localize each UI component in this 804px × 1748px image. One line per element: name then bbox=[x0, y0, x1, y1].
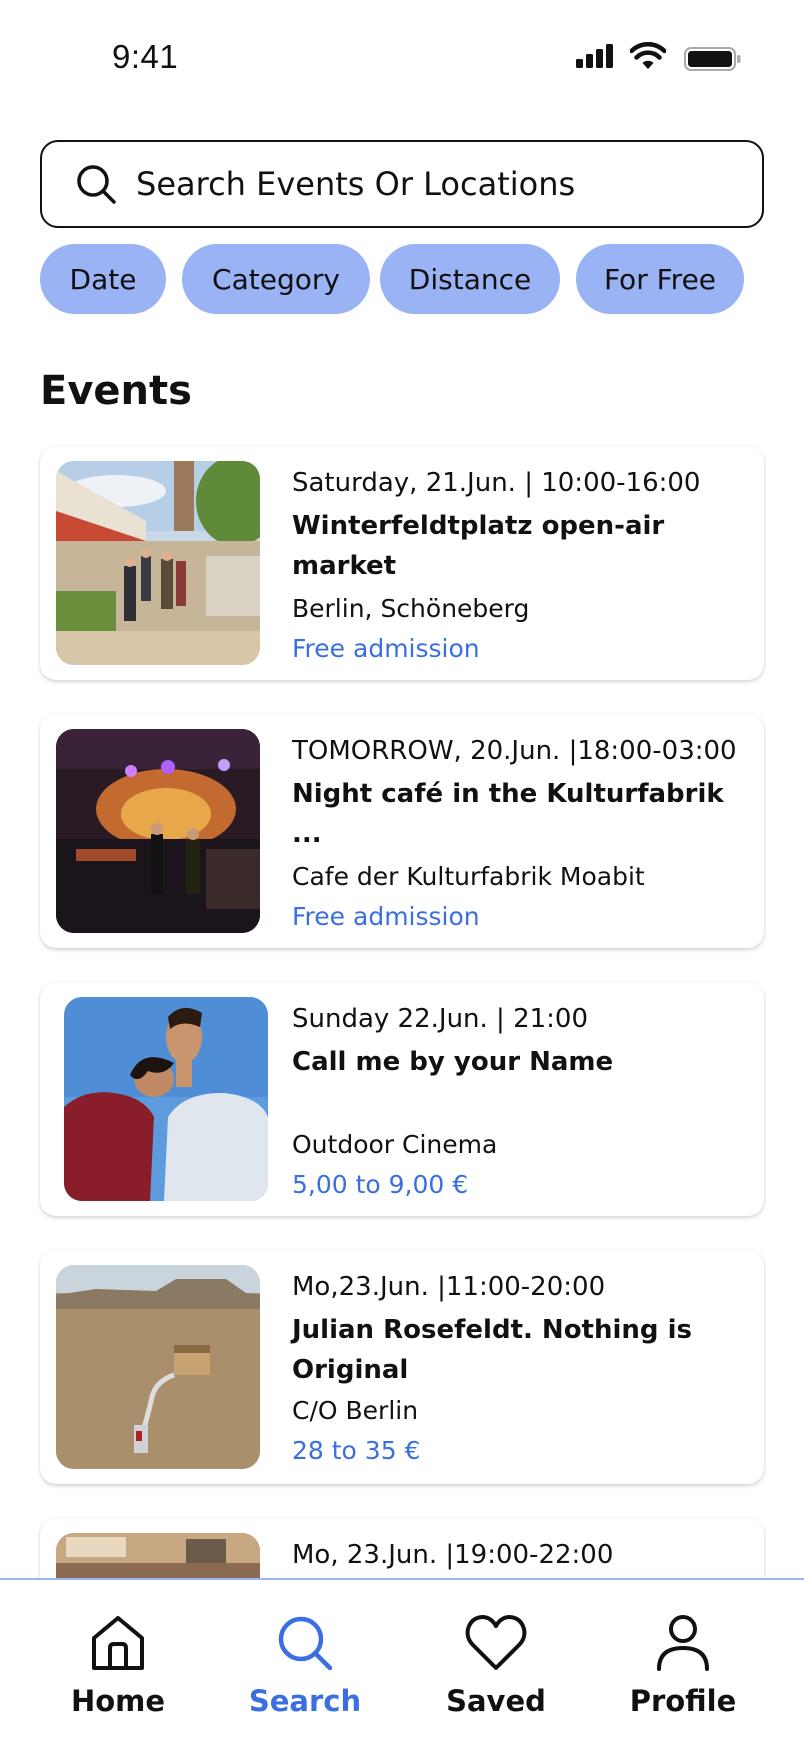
search-icon bbox=[278, 1616, 333, 1671]
heart-icon bbox=[465, 1615, 527, 1670]
event-title: Night café in the Kulturfabrik ... bbox=[292, 779, 724, 849]
search-icon bbox=[74, 162, 118, 206]
event-title: Call me by your Name bbox=[292, 1047, 614, 1077]
event-price: Free admission bbox=[292, 902, 480, 931]
event-title: Winterfeldtplatz open-air market bbox=[292, 511, 665, 581]
event-date: Sunday 22.Jun. | 21:00 bbox=[292, 1004, 589, 1034]
filter-chip-distance[interactable]: Distance bbox=[380, 244, 560, 314]
event-price: Free admission bbox=[292, 634, 480, 663]
search-input[interactable] bbox=[136, 165, 762, 203]
tab-home[interactable]: Home bbox=[38, 1580, 198, 1748]
event-card[interactable]: Mo, 23.Jun. |19:00-22:00 bbox=[40, 1518, 764, 1578]
search-bar[interactable] bbox=[40, 140, 764, 228]
filter-chips: Date Category Distance For Free bbox=[40, 244, 764, 314]
event-list[interactable]: Date Category Distance For Free Events bbox=[0, 0, 804, 1578]
tab-label: Profile bbox=[629, 1684, 737, 1718]
event-date: TOMORROW, 20.Jun. |18:00-03:00 bbox=[292, 736, 737, 766]
section-title: Events bbox=[40, 368, 192, 414]
market-photo bbox=[56, 461, 260, 665]
bottom-tab-bar: Home Search Saved Profile bbox=[0, 1578, 804, 1748]
filter-chip-for-free[interactable]: For Free bbox=[576, 244, 744, 314]
event-price: 28 to 35 € bbox=[292, 1436, 421, 1465]
event-location: Cafe der Kulturfabrik Moabit bbox=[292, 862, 645, 891]
event-card[interactable]: Sunday 22.Jun. | 21:00 Call me by your N… bbox=[40, 982, 764, 1216]
event-date: Saturday, 21.Jun. | 10:00-16:00 bbox=[292, 468, 701, 498]
night-cafe-photo bbox=[56, 729, 260, 933]
event-price: 5,00 to 9,00 € bbox=[292, 1170, 469, 1199]
tab-search[interactable]: Search bbox=[225, 1580, 385, 1748]
interior-photo bbox=[56, 1533, 260, 1578]
event-location: Outdoor Cinema bbox=[292, 1130, 498, 1159]
home-icon bbox=[92, 1616, 144, 1670]
tab-label: Search bbox=[248, 1684, 362, 1718]
event-date: Mo,23.Jun. |11:00-20:00 bbox=[292, 1272, 606, 1302]
event-location: C/O Berlin bbox=[292, 1396, 419, 1425]
person-icon bbox=[657, 1615, 709, 1671]
tab-label: Saved bbox=[446, 1684, 546, 1718]
event-title: Julian Rosefeldt. Nothing is Original bbox=[292, 1315, 692, 1385]
tab-saved[interactable]: Saved bbox=[416, 1580, 576, 1748]
event-date: Mo, 23.Jun. |19:00-22:00 bbox=[292, 1540, 614, 1570]
event-location: Berlin, Schöneberg bbox=[292, 594, 530, 623]
movie-poster bbox=[64, 997, 268, 1201]
filter-chip-date[interactable]: Date bbox=[40, 244, 166, 314]
event-card[interactable]: Saturday, 21.Jun. | 10:00-16:00 Winterfe… bbox=[40, 446, 764, 680]
tab-profile[interactable]: Profile bbox=[603, 1580, 763, 1748]
event-card[interactable]: Mo,23.Jun. |11:00-20:00 Julian Rosefeldt… bbox=[40, 1250, 764, 1484]
event-card[interactable]: TOMORROW, 20.Jun. |18:00-03:00 Night caf… bbox=[40, 714, 764, 948]
tab-label: Home bbox=[70, 1684, 166, 1718]
desert-photo bbox=[56, 1265, 260, 1469]
filter-chip-category[interactable]: Category bbox=[182, 244, 370, 314]
